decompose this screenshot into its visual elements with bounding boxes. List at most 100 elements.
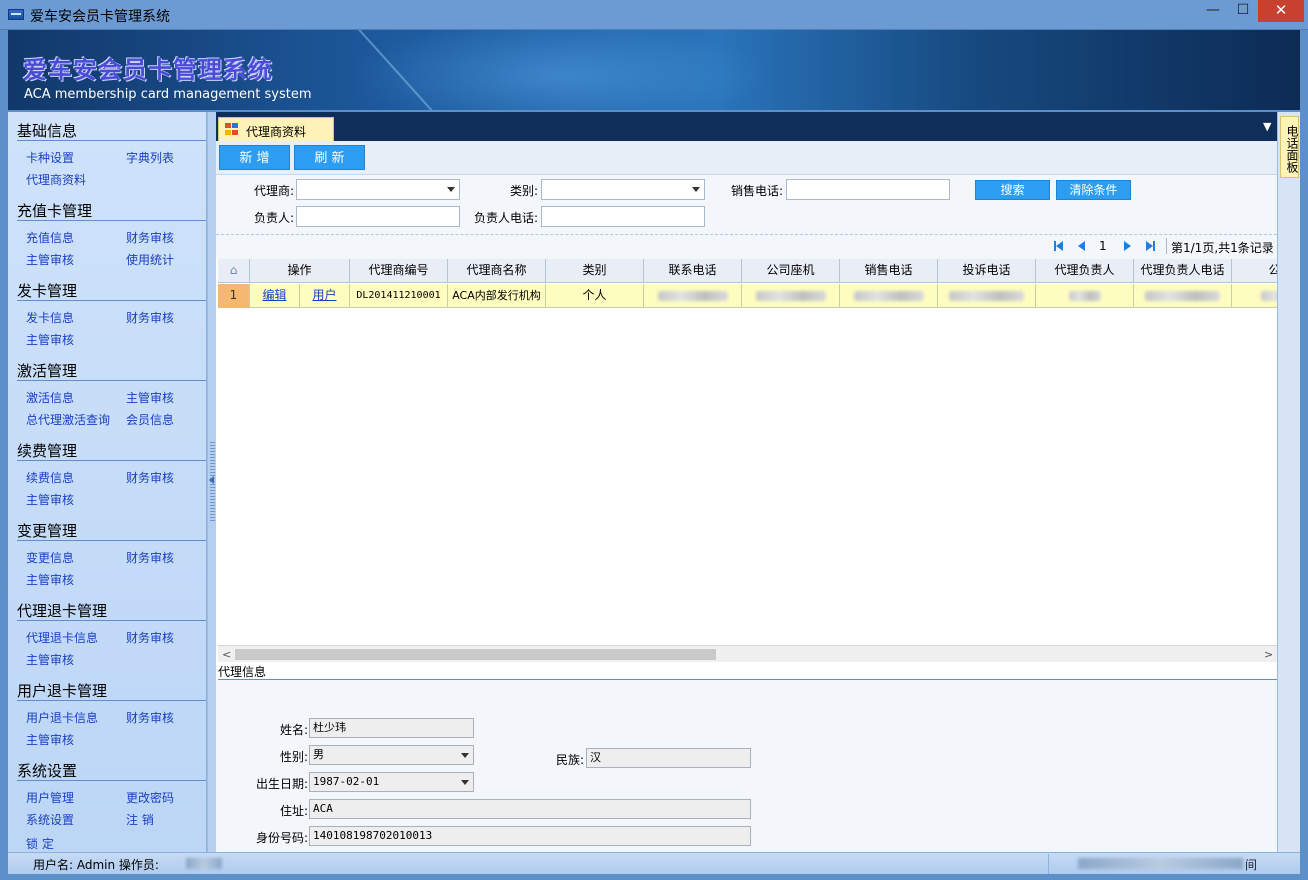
nav-group-divider bbox=[17, 140, 206, 141]
sidebar-item-activation-info[interactable]: 激活信息 bbox=[26, 389, 74, 406]
ethnicity-field[interactable]: 汉 bbox=[586, 748, 751, 768]
gender-value: 男 bbox=[313, 748, 324, 761]
sidebar-item-manager-review[interactable]: 主管审核 bbox=[126, 389, 174, 406]
owner-input[interactable] bbox=[296, 206, 460, 227]
address-label: 住址: bbox=[279, 804, 308, 818]
sales-phone-cell bbox=[840, 284, 938, 308]
clear-filters-button[interactable]: 清除条件 bbox=[1056, 180, 1131, 200]
sidebar-item-manager-review[interactable]: 主管审核 bbox=[26, 571, 74, 588]
sidebar-item-manager-review[interactable]: 主管审核 bbox=[26, 331, 74, 348]
sidebar-item-issue-info[interactable]: 发卡信息 bbox=[26, 309, 74, 326]
scroll-left-icon[interactable]: < bbox=[222, 648, 231, 661]
select-all-icon[interactable]: ⌂ bbox=[218, 259, 250, 283]
sidebar-item-manager-review[interactable]: 主管审核 bbox=[26, 491, 74, 508]
status-bar: 用户名: Admin 操作员: 间 bbox=[8, 852, 1300, 874]
next-page-icon[interactable] bbox=[1124, 241, 1131, 251]
sidebar-item-user-return-info[interactable]: 用户退卡信息 bbox=[26, 709, 98, 726]
column-header[interactable]: 投诉电话 bbox=[938, 259, 1036, 283]
edit-link[interactable]: 编辑 bbox=[250, 284, 300, 308]
window-titlebar[interactable]: 爱车安会员卡管理系统 — ☐ ✕ bbox=[0, 0, 1308, 30]
sidebar-item-finance-review[interactable]: 财务审核 bbox=[126, 229, 174, 246]
last-page-bar[interactable] bbox=[1153, 241, 1155, 251]
users-link-label[interactable]: 用户 bbox=[312, 288, 336, 302]
sidebar-item-finance-review[interactable]: 财务审核 bbox=[126, 469, 174, 486]
sidebar-item-manager-review[interactable]: 主管审核 bbox=[26, 731, 74, 748]
sidebar-item-usage-stats[interactable]: 使用统计 bbox=[126, 251, 174, 268]
birth-date-value: 1987-02-01 bbox=[313, 775, 380, 788]
collapse-arrow-icon[interactable] bbox=[209, 476, 214, 484]
column-header[interactable]: 操作 bbox=[250, 259, 350, 283]
sidebar-item-agent-profile[interactable]: 代理商资料 bbox=[26, 171, 86, 188]
column-header[interactable]: 联系电话 bbox=[644, 259, 742, 283]
sidebar-item-member-info[interactable]: 会员信息 bbox=[126, 411, 174, 428]
contact-phone-cell bbox=[644, 284, 742, 308]
refresh-button[interactable]: 刷 新 bbox=[294, 145, 365, 170]
id-number-field[interactable]: 140108198702010013 bbox=[309, 826, 751, 846]
tab-list-dropdown-icon[interactable]: ▼ bbox=[1263, 120, 1271, 133]
sales-phone-input[interactable] bbox=[786, 179, 950, 200]
column-header[interactable]: 代理负责人 bbox=[1036, 259, 1134, 283]
sidebar-item-finance-review[interactable]: 财务审核 bbox=[126, 549, 174, 566]
banner-glow bbox=[348, 30, 768, 110]
name-label: 姓名: bbox=[279, 723, 308, 737]
sidebar-item-change-info[interactable]: 变更信息 bbox=[26, 549, 74, 566]
edit-link-label[interactable]: 编辑 bbox=[262, 288, 286, 302]
close-button[interactable]: ✕ bbox=[1258, 0, 1304, 22]
sidebar-splitter[interactable] bbox=[207, 112, 216, 852]
sidebar-item-change-password[interactable]: 更改密码 bbox=[126, 789, 174, 806]
address-field[interactable]: ACA bbox=[309, 799, 751, 819]
sidebar-item-recharge-info[interactable]: 充值信息 bbox=[26, 229, 74, 246]
sidebar-item-system-settings[interactable]: 系统设置 bbox=[26, 811, 74, 828]
sidebar-item-agent-return-info[interactable]: 代理退卡信息 bbox=[26, 629, 98, 646]
row-index: 1 bbox=[218, 284, 250, 308]
first-page-icon[interactable] bbox=[1056, 241, 1063, 251]
redacted-value bbox=[657, 291, 728, 301]
birth-date-picker[interactable]: 1987-02-01 bbox=[309, 772, 474, 792]
search-button[interactable]: 搜索 bbox=[975, 180, 1050, 200]
sidebar-item-finance-review[interactable]: 财务审核 bbox=[126, 309, 174, 326]
name-field[interactable]: 杜少玮 bbox=[309, 718, 474, 738]
nav-group-divider bbox=[17, 220, 206, 221]
nav-group-divider bbox=[17, 460, 206, 461]
column-header[interactable]: 类别 bbox=[546, 259, 644, 283]
sidebar-item-finance-review[interactable]: 财务审核 bbox=[126, 629, 174, 646]
sidebar-item-logout[interactable]: 注 销 bbox=[126, 811, 154, 828]
column-header[interactable]: 代理商编号 bbox=[350, 259, 448, 283]
minimize-button[interactable]: — bbox=[1198, 0, 1228, 22]
column-header[interactable]: 公司 bbox=[1232, 259, 1277, 283]
sidebar-item-user-management[interactable]: 用户管理 bbox=[26, 789, 74, 806]
new-button[interactable]: 新 增 bbox=[219, 145, 290, 170]
nav-group-divider bbox=[17, 540, 206, 541]
toolbar: 新 增 刷 新 bbox=[216, 141, 1277, 175]
owner-phone-input[interactable] bbox=[541, 206, 705, 227]
scroll-right-icon[interactable]: > bbox=[1264, 648, 1273, 661]
category-select[interactable] bbox=[541, 179, 705, 200]
horizontal-scrollbar[interactable]: < > bbox=[218, 645, 1277, 662]
gender-select[interactable]: 男 bbox=[309, 745, 474, 765]
sidebar-item-dictionary[interactable]: 字典列表 bbox=[126, 149, 174, 166]
sidebar-item-manager-review[interactable]: 主管审核 bbox=[26, 251, 74, 268]
agent-select[interactable] bbox=[296, 179, 460, 200]
column-header[interactable]: 销售电话 bbox=[840, 259, 938, 283]
tab-agent-profile[interactable]: 代理商资料 bbox=[218, 117, 334, 141]
column-header[interactable]: 代理商名称 bbox=[448, 259, 546, 283]
nav-group-title: 续费管理 bbox=[17, 442, 78, 460]
table-row[interactable]: 1 编辑 用户 DL201411210001 ACA内部发行机构 个人 bbox=[218, 284, 1277, 308]
sidebar-item-lock[interactable]: 锁 定 bbox=[26, 835, 54, 852]
column-header[interactable]: 代理负责人电话 bbox=[1134, 259, 1232, 283]
sidebar-item-card-types[interactable]: 卡种设置 bbox=[26, 149, 74, 166]
sidebar-item-agent-activation-query[interactable]: 总代理激活查询 bbox=[26, 411, 110, 428]
users-link[interactable]: 用户 bbox=[300, 284, 350, 308]
maximize-button[interactable]: ☐ bbox=[1228, 0, 1258, 22]
banner-title: 爱车安会员卡管理系统 bbox=[23, 56, 273, 84]
column-header[interactable]: 公司座机 bbox=[742, 259, 840, 283]
page-number[interactable]: 1 bbox=[1099, 239, 1107, 253]
prev-page-icon[interactable] bbox=[1078, 241, 1085, 251]
sidebar-item-renewal-info[interactable]: 续费信息 bbox=[26, 469, 74, 486]
scrollbar-thumb[interactable] bbox=[235, 649, 716, 660]
sidebar-item-finance-review[interactable]: 财务审核 bbox=[126, 709, 174, 726]
sidebar-item-manager-review[interactable]: 主管审核 bbox=[26, 651, 74, 668]
tab-label: 代理商资料 bbox=[246, 125, 307, 139]
phone-panel-tab[interactable]: 电话面板 bbox=[1280, 116, 1299, 178]
last-page-icon[interactable] bbox=[1146, 241, 1153, 251]
